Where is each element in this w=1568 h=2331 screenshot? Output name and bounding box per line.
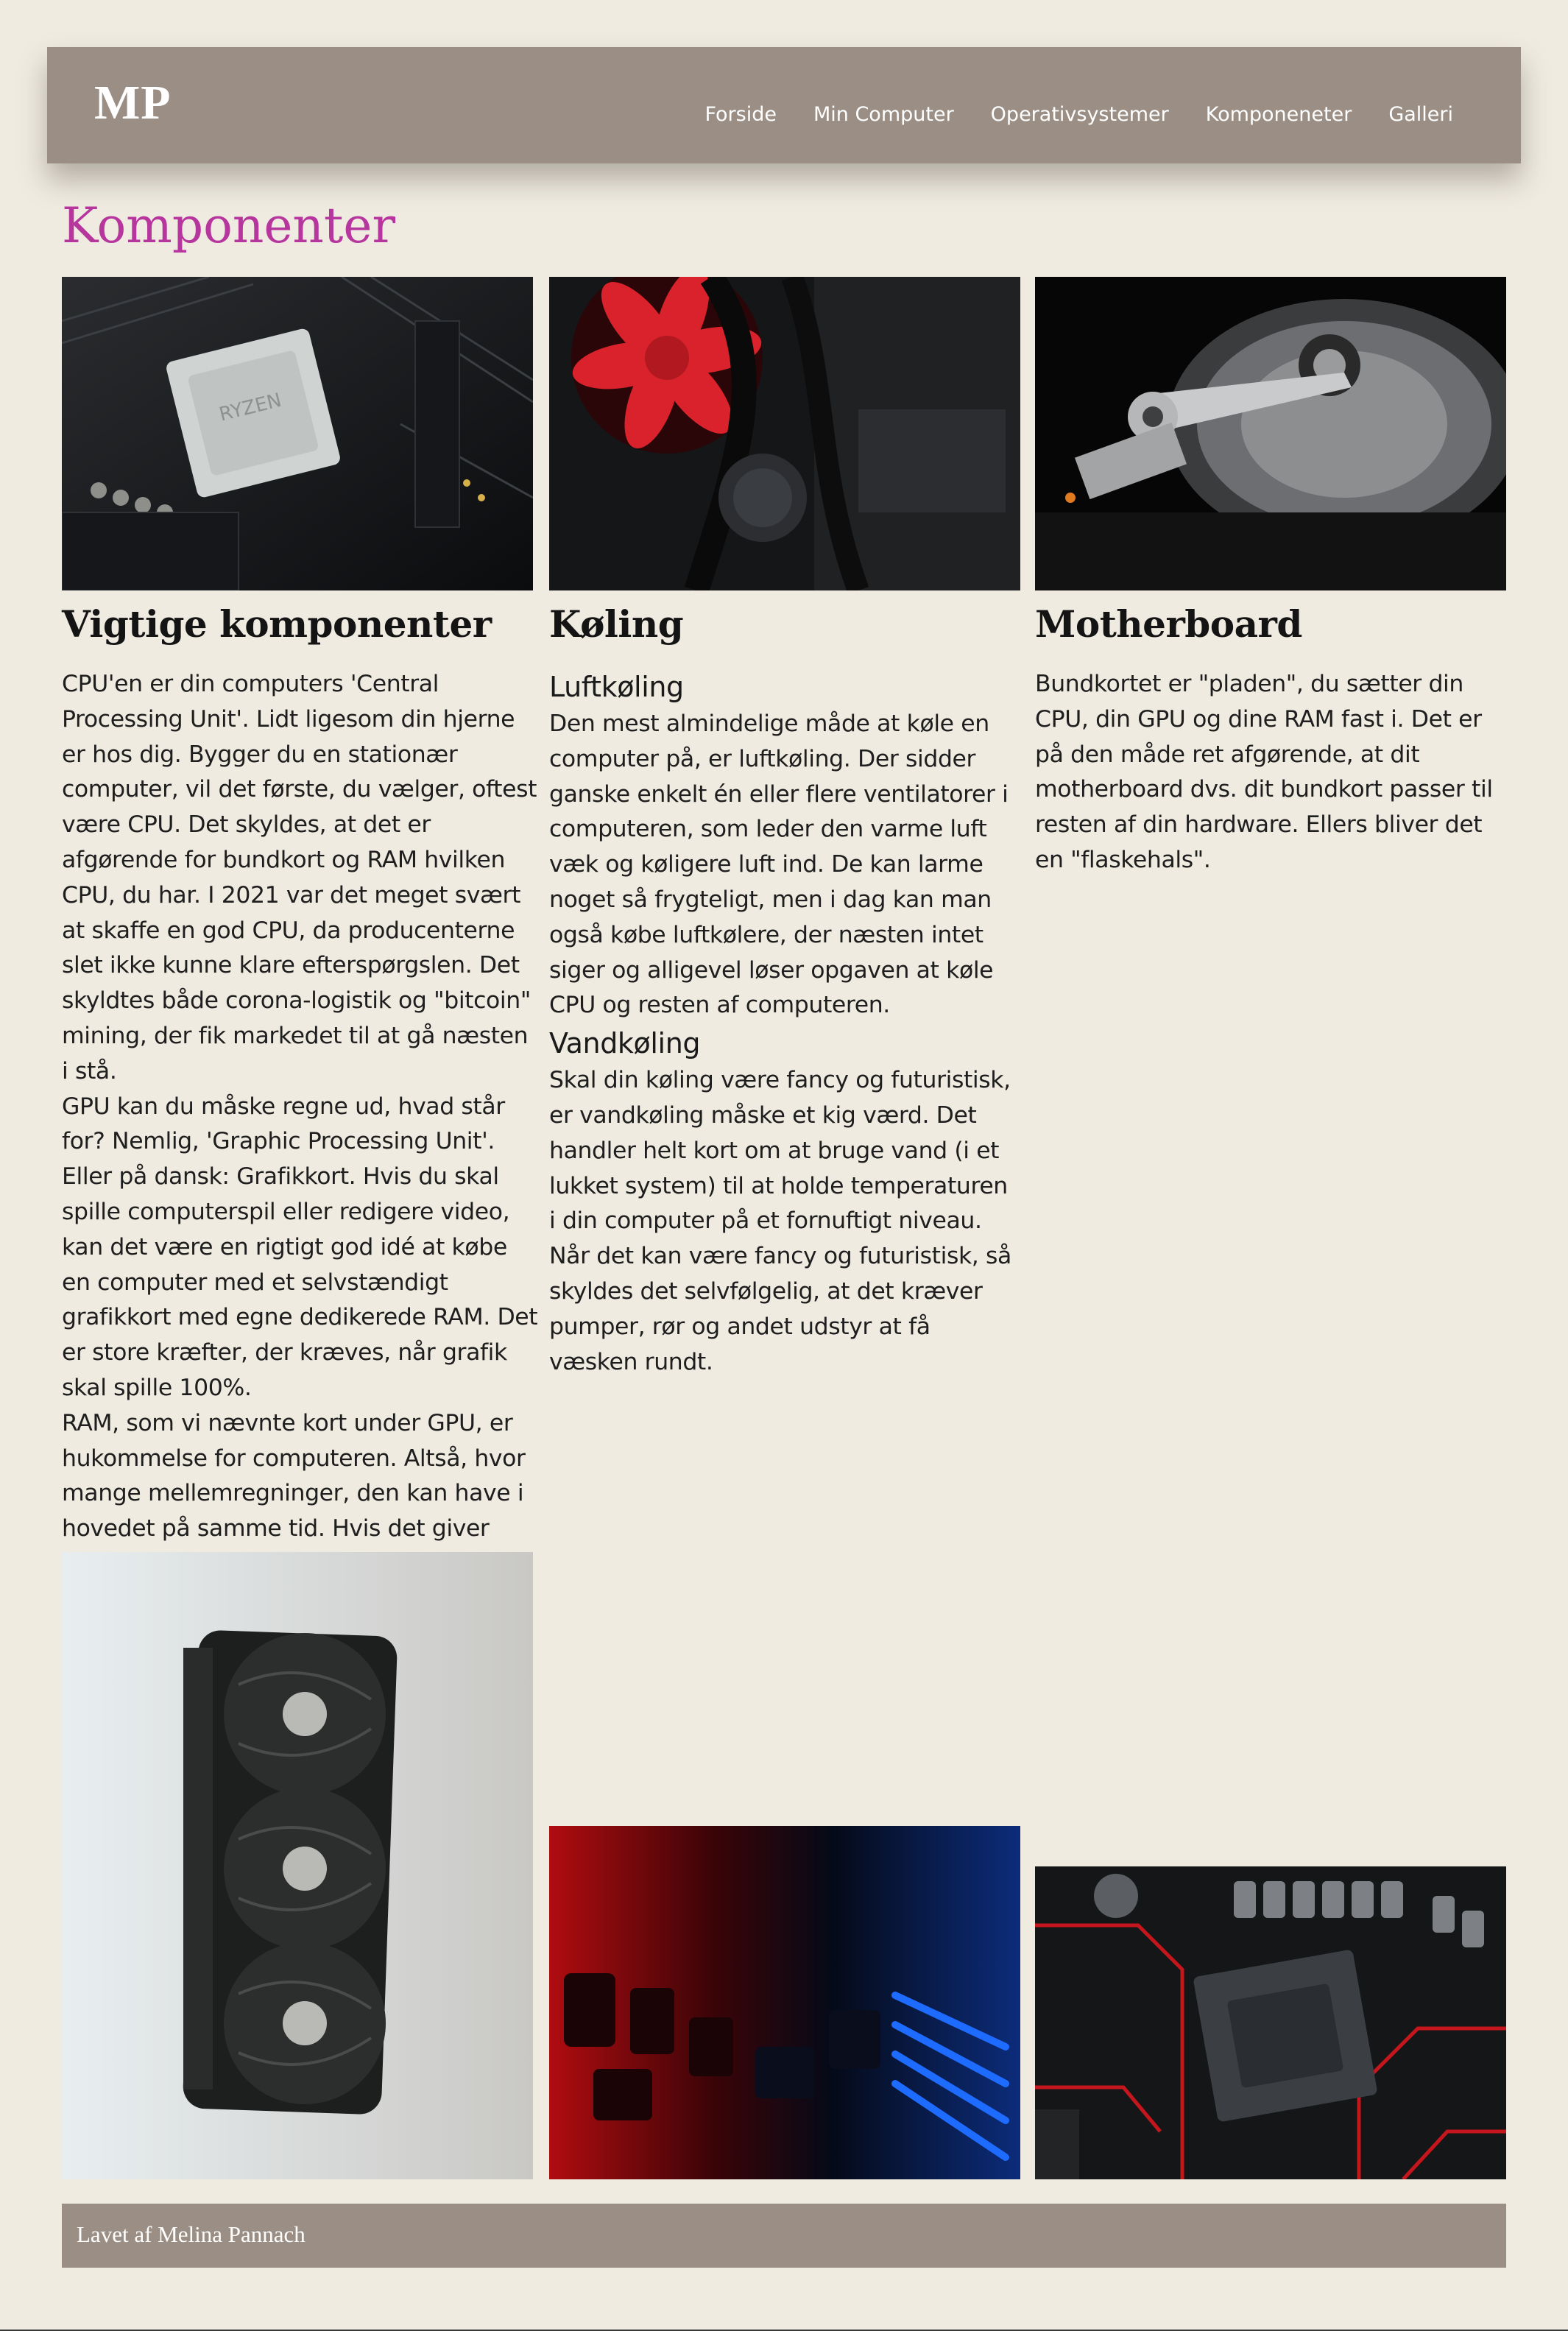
nav-link-galleri[interactable]: Galleri [1388,103,1453,126]
column-text-motherboard: Bundkortet er "pladen", du sætter din CP… [1035,667,1512,878]
paragraph-gpu: GPU kan du måske regne ud, hvad står for… [62,1093,538,1401]
nav-link-operativsystemer[interactable]: Operativsystemer [991,103,1169,126]
footer-credit: Lavet af Melina Pannach [77,2221,306,2247]
page-title: Komponenter [62,197,396,254]
nav-link-forside[interactable]: Forside [704,103,777,126]
nav-link-komponeneter[interactable]: Komponeneter [1206,103,1352,126]
paragraph-cpu: CPU'en er din computers 'Central Process… [62,671,537,1085]
motherboard-socket-image [1035,1866,1506,2179]
cooling-fan-image [549,277,1020,590]
paragraph-vandkoeling: Skal din køling være fancy og futuristis… [549,1067,1011,1375]
subheading-luftkoeling: Luftkøling [549,671,684,703]
site-header: MP Forside Min Computer Operativsystemer… [47,47,1521,163]
column-text-koeling: Luftkøling Den mest almindelige måde at … [549,667,1020,1380]
subheading-vandkoeling: Vandkøling [549,1027,701,1060]
column-title-motherboard: Motherboard [1035,602,1302,646]
column-text-vigtige-komponenter: CPU'en er din computers 'Central Process… [62,667,539,1618]
column-title-vigtige-komponenter: Vigtige komponenter [62,602,492,646]
cpu-motherboard-image: RYZEN [62,277,533,590]
paragraph-luftkoeling: Den mest almindelige måde at køle en com… [549,710,1009,1019]
site-logo[interactable]: MP [94,75,172,131]
graphics-card-image [62,1552,533,2179]
main-nav: Forside Min Computer Operativsystemer Ko… [668,47,1453,163]
paragraph-motherboard: Bundkortet er "pladen", du sætter din CP… [1035,671,1493,873]
nav-link-min-computer[interactable]: Min Computer [813,103,954,126]
site-footer: Lavet af Melina Pannach [62,2204,1506,2268]
circuit-board-image [549,1826,1020,2179]
column-title-koeling: Køling [549,602,684,646]
hard-drive-image [1035,277,1506,590]
